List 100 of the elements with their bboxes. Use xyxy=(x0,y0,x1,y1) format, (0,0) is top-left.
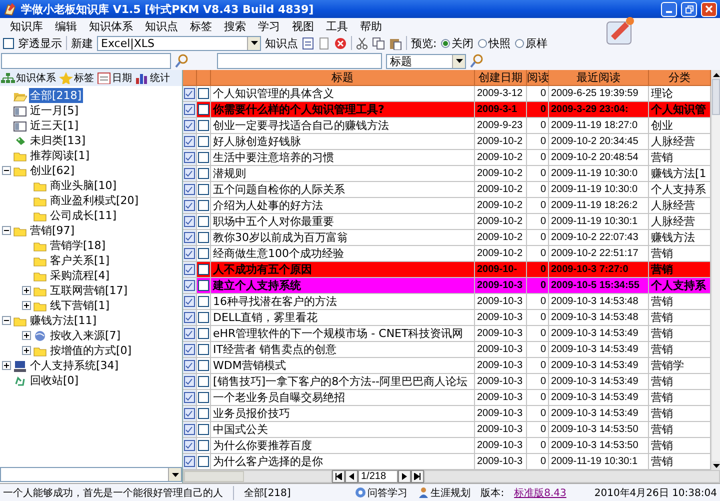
scrollbar-thumb[interactable] xyxy=(712,79,720,115)
title-cell[interactable]: 教你30岁以前成为百万富翁 xyxy=(211,230,475,246)
title-cell[interactable]: IT经营者 销售卖点的创意 xyxy=(211,342,475,358)
menu-item[interactable]: 知识体系 xyxy=(83,18,139,34)
column-header[interactable]: 创建日期 xyxy=(475,70,527,86)
menu-item[interactable]: 工具 xyxy=(320,18,354,34)
menu-item[interactable]: 搜索 xyxy=(218,18,252,34)
expand-toggle[interactable] xyxy=(22,331,31,340)
row-checkbox[interactable] xyxy=(198,280,209,291)
column-header[interactable]: 标题 xyxy=(211,70,475,86)
title-cell[interactable]: WDM营销模式 xyxy=(211,358,475,374)
radio-button[interactable] xyxy=(440,38,450,48)
tree-item[interactable]: 未归类[13] xyxy=(29,133,87,148)
row-checkbox[interactable] xyxy=(198,152,209,163)
tree-item[interactable]: 创业[62] xyxy=(29,163,76,178)
row-checkbox[interactable] xyxy=(198,344,209,355)
status-link[interactable]: 生涯规划 xyxy=(430,486,471,500)
tree-item[interactable]: 赚钱方法[11] xyxy=(29,313,98,328)
title-cell[interactable]: 一个老业务员自曝交易绝招 xyxy=(211,390,475,406)
title-cell[interactable]: 你需要什么样的个人知识管理工具? xyxy=(211,102,475,118)
column-header[interactable]: 分类 xyxy=(649,70,711,86)
row-checkbox[interactable] xyxy=(198,392,209,403)
title-cell[interactable]: 业务员报价技巧 xyxy=(211,406,475,422)
search-field[interactable] xyxy=(217,53,382,69)
tree-item[interactable]: 近一月[5] xyxy=(29,103,80,118)
tree-item[interactable]: 按收入来源[7] xyxy=(49,328,122,343)
title-cell[interactable]: 创业一定要寻找适合自己的赚钱方法 xyxy=(211,118,475,134)
tree-item[interactable]: 近三天[1] xyxy=(29,118,80,133)
tree-item[interactable]: 互联网营销[17] xyxy=(49,283,129,298)
expand-toggle[interactable] xyxy=(22,346,31,355)
new-type-select[interactable]: Excel|XLS xyxy=(97,36,261,50)
tree-item[interactable]: 推荐阅读[1] xyxy=(29,148,91,163)
row-checkbox[interactable] xyxy=(198,104,209,115)
last-page-button[interactable] xyxy=(411,470,424,483)
row-checkbox[interactable] xyxy=(198,232,209,243)
row-checkbox[interactable] xyxy=(198,248,209,259)
tree-item[interactable]: 商业头脑[10] xyxy=(49,178,118,193)
menu-item[interactable]: 学习 xyxy=(252,18,286,34)
tab[interactable]: 标签 xyxy=(74,71,94,85)
tree-item[interactable]: 商业盈利模式[20] xyxy=(49,193,140,208)
collapse-toggle[interactable] xyxy=(2,226,11,235)
collapse-toggle[interactable] xyxy=(2,166,11,175)
restore-button[interactable] xyxy=(681,2,697,16)
tree-item[interactable]: 按增值的方式[0] xyxy=(49,343,133,358)
row-checkbox[interactable] xyxy=(198,264,209,275)
row-checkbox[interactable] xyxy=(198,408,209,419)
close-button[interactable] xyxy=(701,2,717,16)
tree-item[interactable]: 全部[218] xyxy=(29,88,83,103)
next-page-button[interactable] xyxy=(398,470,411,483)
title-cell[interactable]: 为什么客户选择的是你 xyxy=(211,454,475,470)
vertical-scrollbar[interactable] xyxy=(711,70,720,470)
title-cell[interactable]: 人不成功有五个原因 xyxy=(211,262,475,278)
title-cell[interactable]: 经商做生意100个成功经验 xyxy=(211,246,475,262)
row-checkbox[interactable] xyxy=(198,456,209,467)
row-checkbox[interactable] xyxy=(198,120,209,131)
expand-toggle[interactable] xyxy=(2,361,11,370)
menu-item[interactable]: 帮助 xyxy=(354,18,388,34)
tree-item[interactable]: 个人支持系统[34] xyxy=(29,358,120,373)
row-checkbox[interactable] xyxy=(198,328,209,339)
title-cell[interactable]: 建立个人支持系统 xyxy=(211,278,475,294)
tree-item[interactable]: 线下营销[1] xyxy=(49,298,111,313)
horizontal-scrollbar[interactable] xyxy=(424,470,720,483)
row-checkbox[interactable] xyxy=(198,136,209,147)
row-checkbox[interactable] xyxy=(198,200,209,211)
row-checkbox[interactable] xyxy=(198,184,209,195)
row-checkbox[interactable] xyxy=(198,168,209,179)
tab[interactable]: 统计 xyxy=(150,71,170,85)
menu-item[interactable]: 标签 xyxy=(184,18,218,34)
row-checkbox[interactable] xyxy=(198,424,209,435)
tab[interactable]: 日期 xyxy=(112,71,132,85)
menu-item[interactable]: 编辑 xyxy=(49,18,83,34)
title-cell[interactable]: 个人知识管理的具体含义 xyxy=(211,86,475,102)
menu-item[interactable]: 视图 xyxy=(286,18,320,34)
column-header[interactable]: 阅读 xyxy=(527,70,549,86)
row-checkbox[interactable] xyxy=(198,88,209,99)
first-page-button[interactable] xyxy=(332,470,345,483)
title-cell[interactable]: DELL直销，雾里看花 xyxy=(211,310,475,326)
row-checkbox[interactable] xyxy=(198,376,209,387)
title-cell[interactable]: 生活中要注意培养的习惯 xyxy=(211,150,475,166)
horizontal-scrollbar[interactable] xyxy=(183,470,332,483)
title-cell[interactable]: 为什么你要推荐百度 xyxy=(211,438,475,454)
search-field-select[interactable]: 标题 xyxy=(386,54,466,68)
tree-item[interactable]: 营销[97] xyxy=(29,223,76,238)
row-checkbox[interactable] xyxy=(198,312,209,323)
row-checkbox[interactable] xyxy=(198,216,209,227)
radio-button[interactable] xyxy=(514,38,524,48)
expand-toggle[interactable] xyxy=(22,301,31,310)
column-header[interactable]: 最近阅读 xyxy=(549,70,649,86)
status-link[interactable]: 问答学习 xyxy=(368,486,408,500)
radio-button[interactable] xyxy=(478,38,487,48)
tab[interactable]: 知识体系 xyxy=(16,71,56,85)
tree-item[interactable]: 营销学[18] xyxy=(49,238,107,253)
title-cell[interactable]: eHR管理软件的下一个规模市场 - CNET科技资讯网 xyxy=(211,326,475,342)
previous-page-button[interactable] xyxy=(345,470,358,483)
filter-select[interactable] xyxy=(0,467,182,482)
menu-item[interactable]: 知识库 xyxy=(4,18,49,34)
menu-item[interactable]: 知识点 xyxy=(139,18,184,34)
tree-item[interactable]: 回收站[0] xyxy=(29,373,80,388)
expand-toggle[interactable] xyxy=(22,286,31,295)
row-checkbox[interactable] xyxy=(198,440,209,451)
